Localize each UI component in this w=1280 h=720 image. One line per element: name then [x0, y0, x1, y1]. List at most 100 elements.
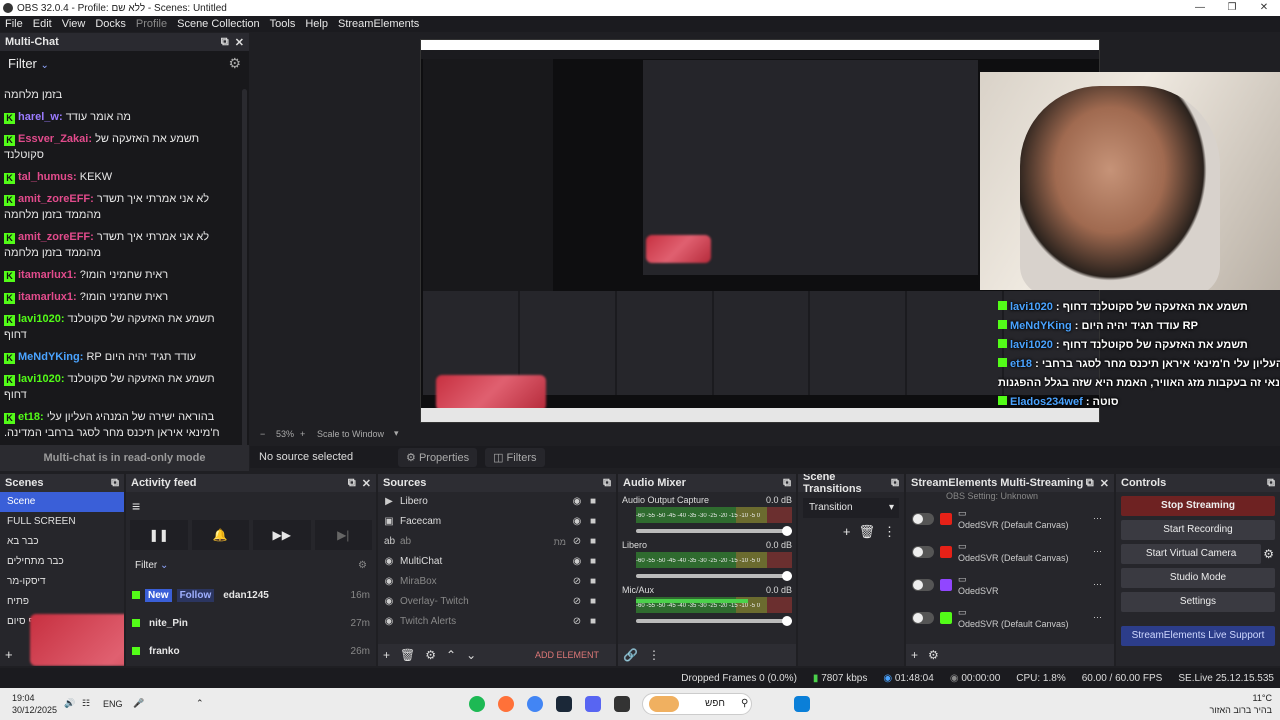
menu-profile[interactable]: Profile: [131, 18, 172, 30]
more-icon[interactable]: ⋮: [883, 524, 896, 540]
more-icon[interactable]: ⋯: [1093, 612, 1102, 623]
activity-filter[interactable]: Filter ⌄ ⚙: [126, 550, 376, 581]
menu-docks[interactable]: Docks: [90, 18, 131, 30]
wifi-icon[interactable]: ☷: [82, 698, 90, 709]
language-indicator[interactable]: ENG: [103, 699, 123, 709]
add-source-icon[interactable]: +: [383, 648, 390, 662]
source-item[interactable]: ▣ Facecam ◉ ■: [378, 512, 616, 532]
scene-item[interactable]: כבר בא: [0, 532, 124, 552]
stop-streaming-button[interactable]: Stop Streaming: [1121, 496, 1275, 516]
source-item[interactable]: ab ab מת ⊘ ■: [378, 532, 616, 552]
chat-username[interactable]: tal_humus:: [18, 171, 77, 183]
clock[interactable]: 19:04 30/12/2025: [12, 692, 57, 716]
add-transition-icon[interactable]: +: [843, 524, 851, 540]
chat-username[interactable]: Essver_Zakai:: [18, 133, 92, 145]
float-icon[interactable]: ⧉: [111, 477, 119, 490]
gear-icon[interactable]: ⚙: [928, 648, 939, 662]
filters-button[interactable]: ◫ Filters: [485, 447, 545, 467]
slider-knob[interactable]: [782, 526, 792, 536]
gear-icon[interactable]: ⚙: [228, 55, 241, 72]
source-item[interactable]: ◉ MultiChat ◉ ■: [378, 552, 616, 572]
chevron-up-icon[interactable]: ⌃: [196, 698, 204, 709]
eye-off-icon[interactable]: ⊘: [572, 532, 582, 552]
menu-file[interactable]: File: [0, 18, 28, 30]
menu-streamelements[interactable]: StreamElements: [333, 18, 424, 30]
scene-item[interactable]: כבר מתחילים: [0, 552, 124, 572]
start-virtual-camera-button[interactable]: Start Virtual Camera: [1121, 544, 1262, 564]
mic-icon[interactable]: 🎤: [133, 698, 144, 709]
pause-icon[interactable]: ❚❚: [130, 520, 188, 550]
chat-username[interactable]: amit_zoreEFF:: [18, 193, 94, 205]
eye-off-icon[interactable]: ⊘: [572, 612, 582, 632]
scene-item[interactable]: FULL SCREEN: [0, 512, 124, 532]
bell-icon[interactable]: 🔔: [191, 520, 249, 550]
scene-item[interactable]: דיסקו-מר: [0, 572, 124, 592]
menu-scene-collection[interactable]: Scene Collection: [172, 18, 265, 30]
fast-forward-icon[interactable]: ▶▶: [253, 520, 311, 550]
add-destination-icon[interactable]: +: [911, 648, 918, 662]
scene-item[interactable]: פתיח: [0, 592, 124, 612]
volume-icon[interactable]: 🔊: [64, 698, 75, 709]
settings-button[interactable]: Settings: [1121, 592, 1275, 612]
destination-toggle[interactable]: [912, 545, 934, 558]
live-support-button[interactable]: StreamElements Live Support: [1121, 626, 1275, 646]
steam-icon[interactable]: [556, 696, 572, 712]
windows-start-icon[interactable]: [794, 696, 810, 712]
activity-item[interactable]: nite_Pin 27m: [126, 609, 376, 637]
start-recording-button[interactable]: Start Recording: [1121, 520, 1275, 540]
source-item[interactable]: ◉ Twitch Alerts ⊘ ■: [378, 612, 616, 632]
lock-icon[interactable]: ■: [588, 532, 598, 552]
lock-icon[interactable]: ■: [588, 512, 598, 532]
close-icon[interactable]: ✕: [1250, 0, 1278, 16]
eye-off-icon[interactable]: ⊘: [572, 592, 582, 612]
chat-username[interactable]: et18:: [18, 411, 44, 423]
float-icon[interactable]: ⧉: [891, 477, 899, 490]
source-item[interactable]: ◉ MiraBox ⊘ ■: [378, 572, 616, 592]
eye-icon[interactable]: ◉: [572, 552, 582, 572]
add-scene-icon[interactable]: +: [5, 647, 13, 662]
float-icon[interactable]: ⧉: [221, 36, 229, 49]
link-icon[interactable]: 🔗: [623, 648, 638, 662]
float-icon[interactable]: ⧉: [1086, 477, 1094, 490]
discord-icon[interactable]: [585, 696, 601, 712]
close-icon[interactable]: ✕: [1100, 477, 1109, 490]
slider-knob[interactable]: [782, 616, 792, 626]
add-element-button[interactable]: ADD ELEMENT: [535, 650, 599, 660]
activity-item[interactable]: franko 26m: [126, 637, 376, 665]
gear-icon[interactable]: ⚙: [358, 560, 367, 571]
weather-widget[interactable]: 11°C בהיר ברוב האזור: [1209, 692, 1272, 716]
gear-icon[interactable]: ⚙: [425, 648, 436, 662]
obs-icon[interactable]: [614, 696, 630, 712]
minimize-icon[interactable]: —: [1186, 0, 1214, 16]
lock-icon[interactable]: ■: [588, 592, 598, 612]
chat-username[interactable]: harel_w:: [18, 111, 63, 123]
float-icon[interactable]: ⧉: [1267, 477, 1275, 490]
chat-username[interactable]: MeNdYKing:: [18, 351, 83, 363]
source-item[interactable]: ▶ Libero ◉ ■: [378, 492, 616, 512]
scene-item[interactable]: Scene: [0, 492, 124, 512]
close-icon[interactable]: ✕: [235, 36, 244, 49]
volume-slider[interactable]: [636, 616, 792, 626]
plus-icon[interactable]: +: [300, 429, 305, 439]
volume-slider[interactable]: [636, 571, 792, 581]
more-icon[interactable]: ⋯: [1093, 513, 1102, 524]
chat-scrollbar[interactable]: [242, 89, 247, 465]
slider-knob[interactable]: [782, 571, 792, 581]
studio-mode-button[interactable]: Studio Mode: [1121, 568, 1275, 588]
float-icon[interactable]: ⧉: [603, 477, 611, 490]
more-icon[interactable]: ⋯: [1093, 579, 1102, 590]
menu-help[interactable]: Help: [300, 18, 333, 30]
maximize-icon[interactable]: ❐: [1218, 0, 1246, 16]
trash-icon[interactable]: 🗑: [400, 648, 415, 662]
lock-icon[interactable]: ■: [588, 552, 598, 572]
more-icon[interactable]: ⋮: [648, 648, 660, 662]
chat-username[interactable]: lavi1020:: [18, 313, 64, 325]
scale-mode[interactable]: Scale to Window: [317, 429, 384, 439]
volume-slider[interactable]: [636, 526, 792, 536]
lock-icon[interactable]: ■: [588, 492, 598, 512]
lock-icon[interactable]: ■: [588, 612, 598, 632]
float-icon[interactable]: ⧉: [783, 477, 791, 490]
source-item[interactable]: ◉ Overlay- Twitch ⊘ ■: [378, 592, 616, 612]
chat-username[interactable]: itamarlux1:: [18, 291, 77, 303]
multichat-filter[interactable]: Filter ⌄ ⚙: [0, 51, 249, 75]
